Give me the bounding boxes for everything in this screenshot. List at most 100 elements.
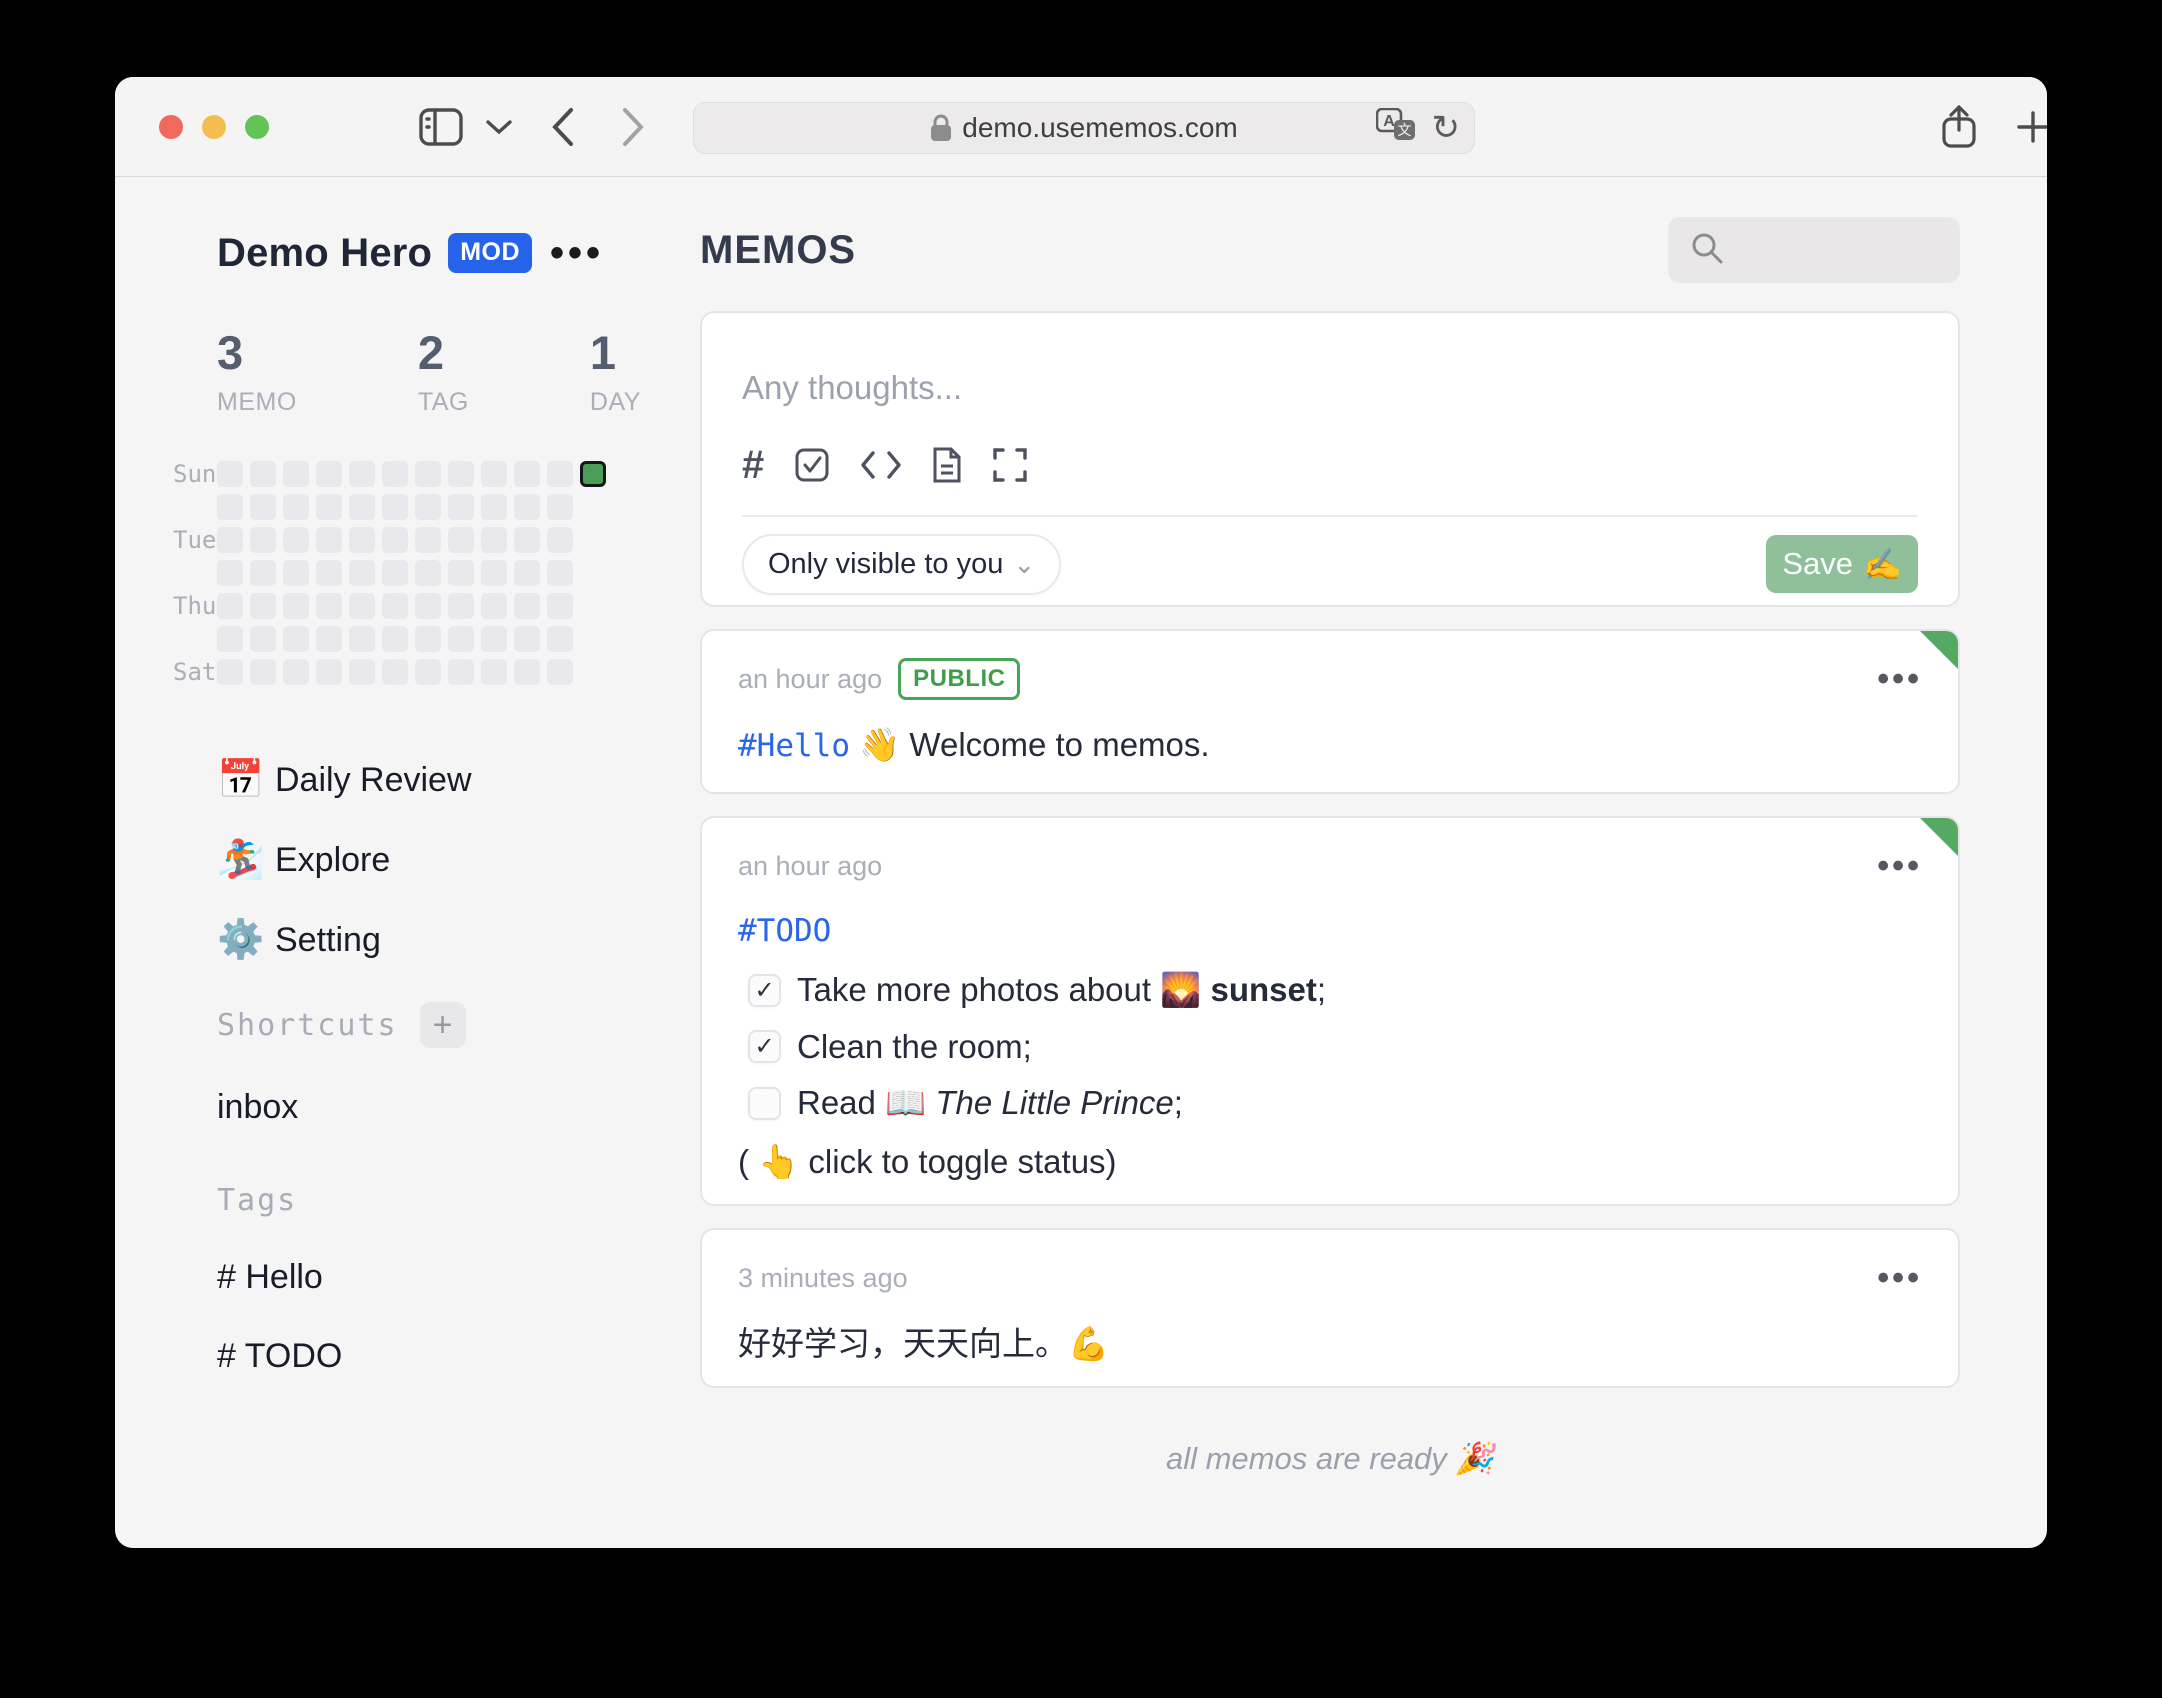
memo-menu-icon[interactable]: ••• bbox=[1877, 1261, 1922, 1295]
heatmap-cell[interactable] bbox=[448, 626, 474, 652]
heatmap-cell[interactable] bbox=[448, 659, 474, 685]
heatmap-cell[interactable] bbox=[217, 461, 243, 487]
chevron-down-icon[interactable] bbox=[473, 101, 525, 153]
file-tool-icon[interactable] bbox=[932, 446, 962, 484]
heatmap-cell[interactable] bbox=[547, 461, 573, 487]
heatmap-cell[interactable] bbox=[481, 560, 507, 586]
memo-tag-todo[interactable]: #TODO bbox=[738, 913, 831, 949]
heatmap-cell[interactable] bbox=[217, 659, 243, 685]
new-tab-icon[interactable] bbox=[2007, 101, 2047, 153]
heatmap-cell[interactable] bbox=[316, 659, 342, 685]
heatmap-cell[interactable] bbox=[349, 527, 375, 553]
heatmap-cell[interactable] bbox=[382, 593, 408, 619]
share-icon[interactable] bbox=[1933, 101, 1985, 153]
memo-menu-icon[interactable]: ••• bbox=[1877, 662, 1922, 696]
heatmap-cell[interactable] bbox=[547, 593, 573, 619]
heatmap-cell[interactable] bbox=[514, 494, 540, 520]
heatmap-cell[interactable] bbox=[283, 659, 309, 685]
heatmap-cell[interactable] bbox=[316, 626, 342, 652]
code-tool-icon[interactable] bbox=[860, 449, 902, 481]
heatmap-cell[interactable] bbox=[217, 494, 243, 520]
heatmap-cell[interactable] bbox=[217, 560, 243, 586]
translate-icon[interactable]: A 文 bbox=[1375, 107, 1416, 149]
heatmap-cell[interactable] bbox=[547, 626, 573, 652]
heatmap-cell[interactable] bbox=[382, 494, 408, 520]
heatmap-cell[interactable] bbox=[448, 593, 474, 619]
heatmap-cell[interactable] bbox=[283, 461, 309, 487]
heatmap-cell[interactable] bbox=[250, 527, 276, 553]
sidebar-item-daily-review[interactable]: 📅 Daily Review bbox=[217, 748, 604, 812]
save-button[interactable]: Save ✍️ bbox=[1766, 535, 1918, 593]
heatmap-cell[interactable] bbox=[382, 626, 408, 652]
heatmap-cell[interactable] bbox=[547, 527, 573, 553]
checkbox-tool-icon[interactable] bbox=[794, 447, 830, 483]
heatmap-cell[interactable] bbox=[316, 494, 342, 520]
heatmap-cell[interactable] bbox=[514, 593, 540, 619]
forward-button[interactable] bbox=[607, 101, 659, 153]
tag-item-hello[interactable]: # Hello bbox=[217, 1258, 604, 1297]
user-banner[interactable]: Demo Hero MOD ••• bbox=[217, 227, 604, 279]
todo-checkbox-checked[interactable]: ✓ bbox=[748, 973, 781, 1007]
back-button[interactable] bbox=[537, 101, 589, 153]
heatmap-cell[interactable] bbox=[316, 461, 342, 487]
heatmap-cell[interactable] bbox=[250, 659, 276, 685]
heatmap-cell[interactable] bbox=[415, 527, 441, 553]
heatmap-cell[interactable] bbox=[415, 560, 441, 586]
sidebar-menu-icon[interactable]: ••• bbox=[550, 233, 604, 273]
reload-icon[interactable]: ↻ bbox=[1432, 108, 1461, 148]
heatmap-cell[interactable] bbox=[349, 461, 375, 487]
heatmap-cell[interactable] bbox=[481, 593, 507, 619]
address-bar[interactable]: demo.usememos.com A 文 ↻ bbox=[693, 102, 1475, 154]
heatmap-cell[interactable] bbox=[349, 494, 375, 520]
tag-item-todo[interactable]: # TODO bbox=[217, 1337, 604, 1376]
heatmap-cell[interactable] bbox=[349, 560, 375, 586]
heatmap-cell[interactable] bbox=[349, 659, 375, 685]
heatmap-cell[interactable] bbox=[250, 461, 276, 487]
zoom-window-button[interactable] bbox=[245, 115, 269, 139]
heatmap-cell[interactable] bbox=[448, 527, 474, 553]
heatmap-cell[interactable] bbox=[382, 560, 408, 586]
heatmap-cell[interactable] bbox=[382, 461, 408, 487]
heatmap-cell[interactable] bbox=[415, 593, 441, 619]
heatmap-cell-today[interactable] bbox=[580, 461, 606, 487]
memo-menu-icon[interactable]: ••• bbox=[1877, 849, 1922, 883]
heatmap-cell[interactable] bbox=[349, 593, 375, 619]
heatmap-cell[interactable] bbox=[547, 494, 573, 520]
heatmap-cell[interactable] bbox=[448, 494, 474, 520]
tag-tool-icon[interactable]: # bbox=[742, 445, 764, 485]
heatmap-cell[interactable] bbox=[382, 659, 408, 685]
heatmap-cell[interactable] bbox=[283, 494, 309, 520]
heatmap-cell[interactable] bbox=[415, 461, 441, 487]
heatmap-cell[interactable] bbox=[250, 626, 276, 652]
heatmap-cell[interactable] bbox=[217, 593, 243, 619]
minimize-window-button[interactable] bbox=[202, 115, 226, 139]
heatmap-cell[interactable] bbox=[415, 626, 441, 652]
search-input[interactable] bbox=[1668, 217, 1960, 283]
heatmap-cell[interactable] bbox=[217, 626, 243, 652]
heatmap-cell[interactable] bbox=[283, 527, 309, 553]
heatmap-cell[interactable] bbox=[250, 494, 276, 520]
todo-checkbox-checked[interactable]: ✓ bbox=[748, 1030, 781, 1064]
heatmap-cell[interactable] bbox=[316, 593, 342, 619]
heatmap-cell[interactable] bbox=[283, 560, 309, 586]
heatmap-cell[interactable] bbox=[514, 560, 540, 586]
heatmap-cell[interactable] bbox=[514, 659, 540, 685]
heatmap-cell[interactable] bbox=[481, 527, 507, 553]
heatmap-cell[interactable] bbox=[349, 626, 375, 652]
todo-checkbox-unchecked[interactable] bbox=[748, 1086, 781, 1120]
heatmap-cell[interactable] bbox=[250, 593, 276, 619]
heatmap-cell[interactable] bbox=[448, 560, 474, 586]
visibility-select[interactable]: Only visible to you ⌄ bbox=[742, 533, 1062, 595]
heatmap-cell[interactable] bbox=[481, 494, 507, 520]
heatmap-cell[interactable] bbox=[250, 560, 276, 586]
heatmap-cell[interactable] bbox=[481, 461, 507, 487]
heatmap-cell[interactable] bbox=[481, 626, 507, 652]
heatmap-grid[interactable] bbox=[217, 461, 606, 692]
heatmap-cell[interactable] bbox=[415, 494, 441, 520]
heatmap-cell[interactable] bbox=[382, 527, 408, 553]
sidebar-item-explore[interactable]: 🏂 Explore bbox=[217, 828, 604, 892]
heatmap-cell[interactable] bbox=[514, 626, 540, 652]
heatmap-cell[interactable] bbox=[217, 527, 243, 553]
close-window-button[interactable] bbox=[159, 115, 183, 139]
heatmap-cell[interactable] bbox=[316, 527, 342, 553]
